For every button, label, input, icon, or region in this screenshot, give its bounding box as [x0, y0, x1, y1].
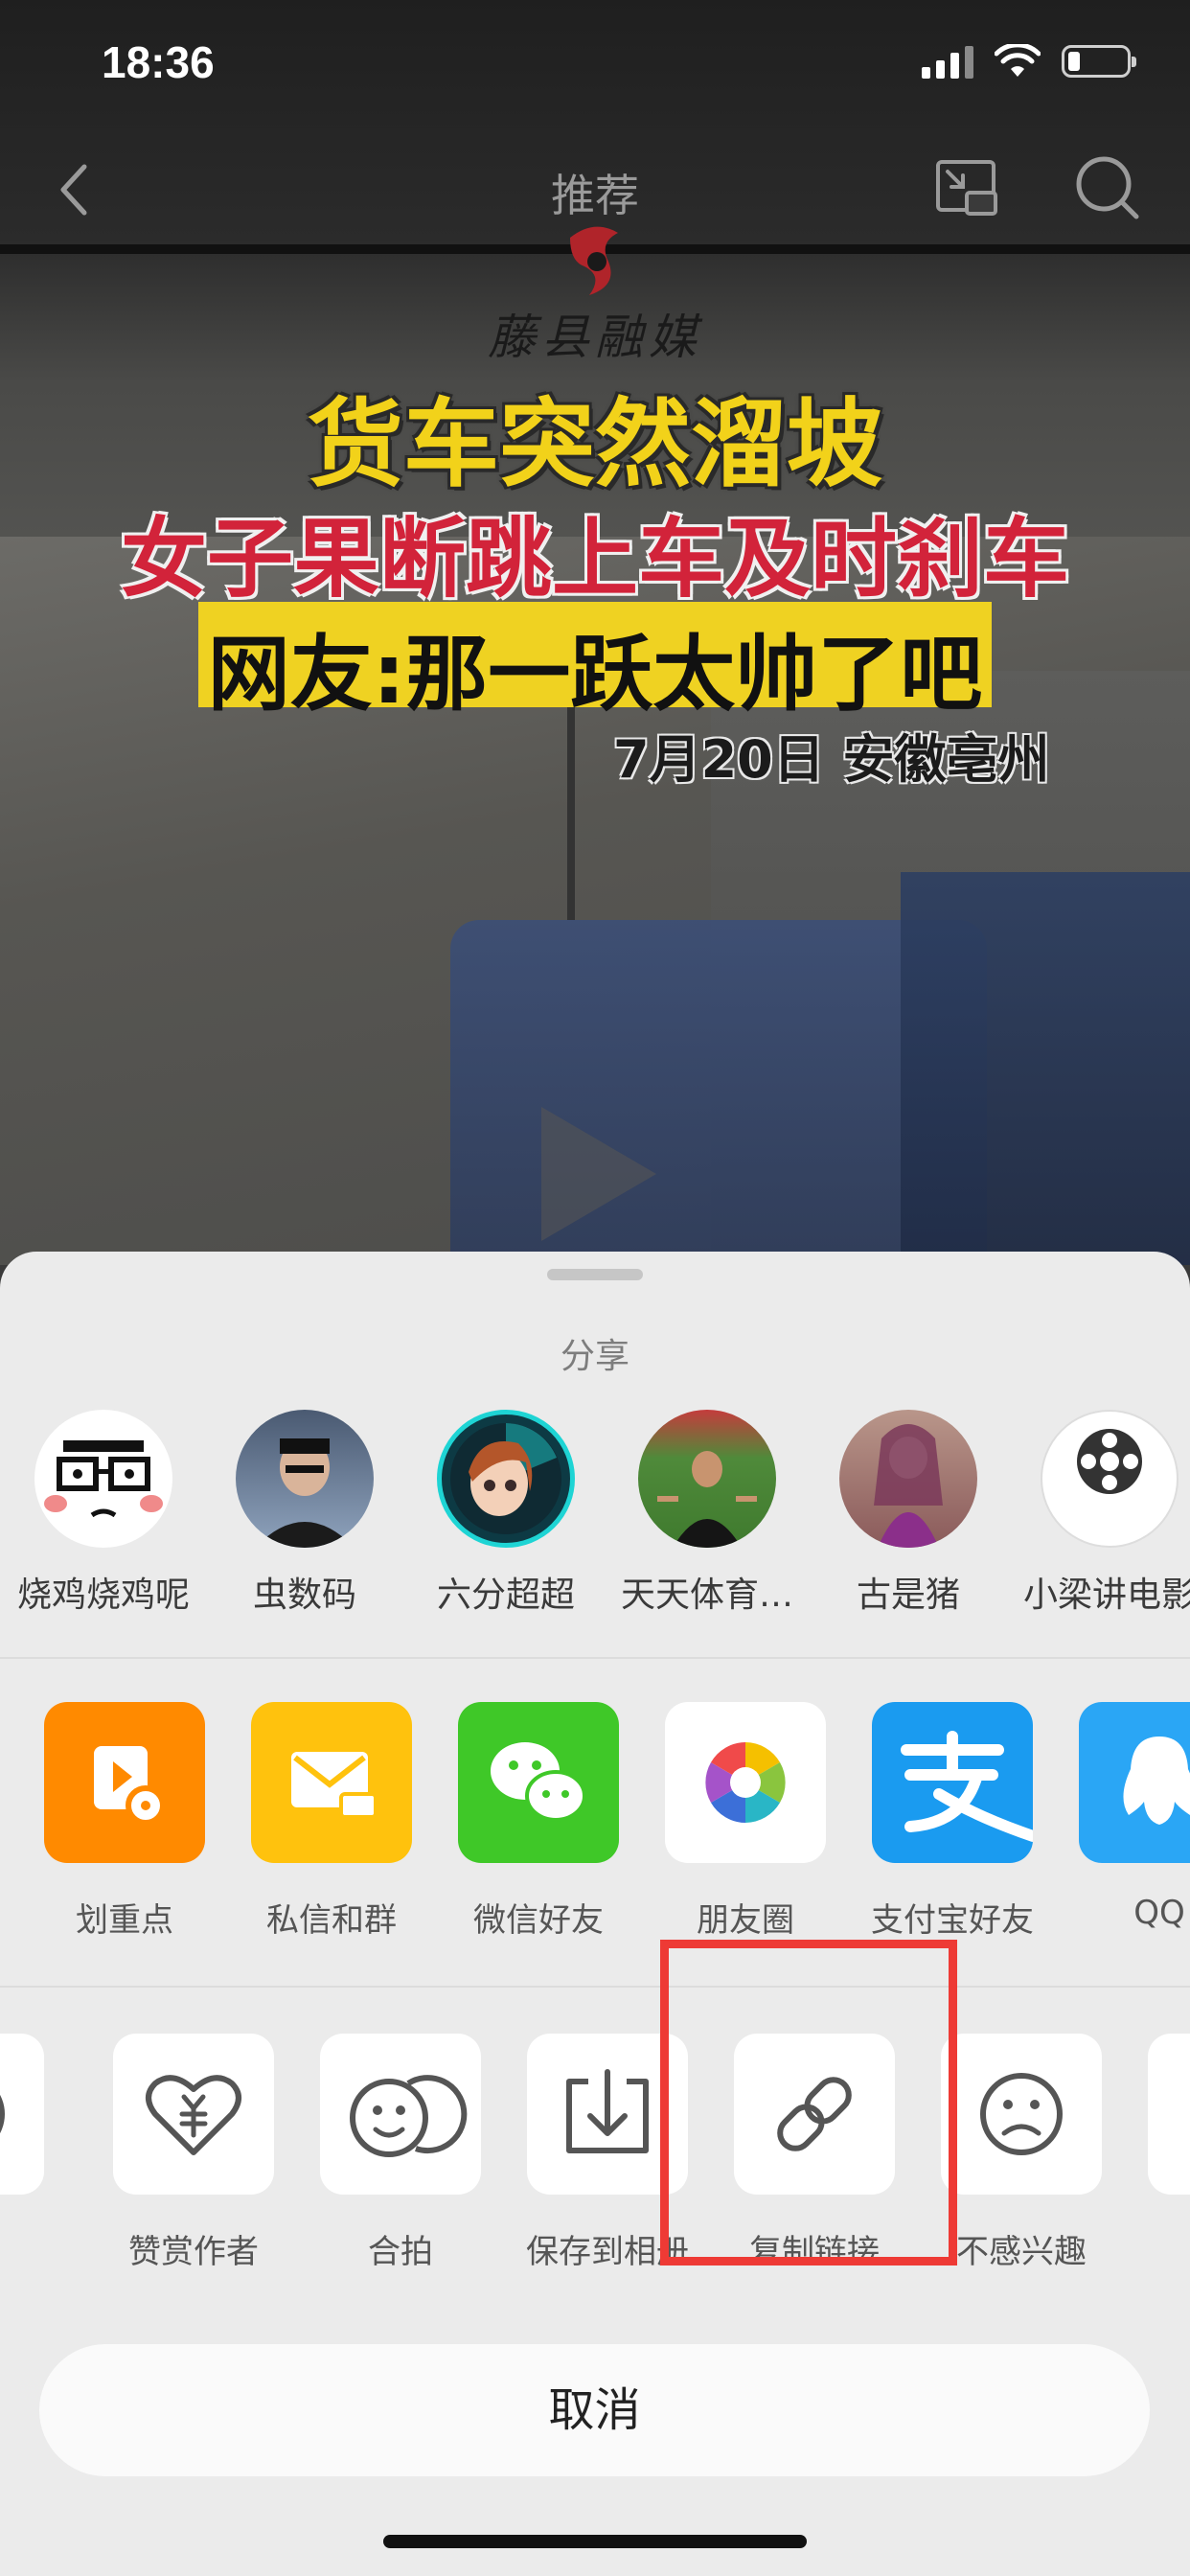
- share-app-label: 朋友圈: [697, 1901, 794, 1940]
- qq-icon: [1079, 1702, 1190, 1863]
- contact-item[interactable]: 小梁讲电影: [1009, 1410, 1190, 1617]
- video-headline-3: 网友:那一跃太帅了吧: [207, 627, 983, 723]
- sheet-divider: [0, 1657, 1190, 1659]
- media-logo-text: 藤县融媒: [488, 310, 702, 365]
- action-label: 合拍: [368, 2233, 433, 2271]
- share-app-alipay[interactable]: 支付宝好友: [849, 1702, 1056, 1941]
- reward-heart-icon: [113, 2034, 274, 2195]
- share-app-label: 划重点: [76, 1901, 173, 1940]
- media-logo-icon: [570, 226, 618, 295]
- contact-item[interactable]: 虫数码: [204, 1410, 405, 1617]
- action-label: 赞赏作者: [128, 2233, 259, 2271]
- action-label: 头条: [0, 2225, 67, 2272]
- signal-icon: [922, 44, 973, 79]
- share-app-moments[interactable]: 朋友圈: [642, 1702, 849, 1941]
- avatar: [839, 1410, 977, 1548]
- sheet-divider: [0, 1986, 1190, 1988]
- cancel-button[interactable]: 取消: [39, 2344, 1150, 2476]
- share-app-message[interactable]: 私信和群: [228, 1702, 435, 1941]
- share-app-label: 微信好友: [473, 1901, 604, 1940]
- share-app-wechat[interactable]: 微信好友: [435, 1702, 642, 1941]
- sheet-handle[interactable]: [547, 1269, 643, 1280]
- action-toutiao[interactable]: 头条: [0, 2034, 67, 2272]
- more-icon: [1148, 2034, 1190, 2195]
- share-app-label: QQ: [1133, 1894, 1185, 1932]
- contact-item[interactable]: 古是猪: [808, 1410, 1009, 1617]
- moments-icon: [665, 1702, 826, 1863]
- action-reward[interactable]: 赞赏作者: [90, 2034, 297, 2272]
- share-app-highlight[interactable]: 划重点: [21, 1702, 228, 1941]
- contact-name: 天天体育…: [620, 1576, 793, 1615]
- contact-item[interactable]: 天天体育…: [606, 1410, 808, 1617]
- avatar: [1041, 1410, 1179, 1548]
- contact-name: 六分超超: [436, 1576, 575, 1615]
- contact-name: 烧鸡烧鸡呢: [16, 1576, 190, 1615]
- contact-item[interactable]: 烧鸡烧鸡呢: [3, 1410, 204, 1617]
- wifi-icon: [995, 44, 1041, 77]
- video-date-place: 7月20日 安徽亳州: [613, 729, 1050, 790]
- share-app-label: 私信和群: [266, 1901, 397, 1940]
- play-icon[interactable]: [532, 1097, 666, 1251]
- nav-title: 推荐: [551, 170, 639, 221]
- search-icon[interactable]: [1073, 153, 1140, 222]
- pip-icon[interactable]: [934, 158, 999, 218]
- avatar: [34, 1410, 172, 1548]
- avatar: [437, 1410, 575, 1548]
- action-more[interactable]: [1125, 2034, 1190, 2195]
- avatar: [638, 1410, 776, 1548]
- share-actions-row: 头条 赞赏作者 合拍: [0, 2034, 1190, 2283]
- video-headline-2: 女子果断跳上车及时刹车: [121, 509, 1069, 610]
- contact-name: 虫数码: [252, 1576, 356, 1615]
- wechat-icon: [458, 1702, 619, 1863]
- status-time: 18:36: [102, 37, 215, 87]
- home-indicator[interactable]: [383, 2535, 807, 2548]
- highlight-annotation-box: [660, 1940, 957, 2266]
- contact-item[interactable]: 六分超超: [405, 1410, 606, 1617]
- contacts-row: 烧鸡烧鸡呢 虫数码 六分超超 天天体育… 古是猪 小梁讲电影: [0, 1410, 1190, 1615]
- video-frame-truck-bed: [901, 872, 1190, 1265]
- highlight-icon: [44, 1702, 205, 1863]
- battery-icon: [1062, 45, 1136, 78]
- share-app-qq[interactable]: QQ: [1056, 1702, 1190, 1932]
- action-duet[interactable]: 合拍: [297, 2034, 504, 2272]
- avatar: [236, 1410, 374, 1548]
- share-apps-row: 划重点 私信和群 微信好友 朋友圈 支付宝好友 QQ: [0, 1702, 1190, 1951]
- contact-name: 小梁讲电影: [1022, 1576, 1190, 1615]
- contact-name: 古是猪: [856, 1576, 960, 1615]
- duet-icon: [320, 2034, 481, 2195]
- alipay-icon: [872, 1702, 1033, 1863]
- share-sheet-title: 分享: [560, 1337, 629, 1376]
- share-app-label: 支付宝好友: [871, 1901, 1034, 1940]
- video-headline-1: 货车突然溜坡: [308, 388, 882, 500]
- status-icons: [922, 42, 1136, 80]
- sad-face-icon: [941, 2034, 1102, 2195]
- toutiao-icon: [0, 2034, 44, 2195]
- message-icon: [251, 1702, 412, 1863]
